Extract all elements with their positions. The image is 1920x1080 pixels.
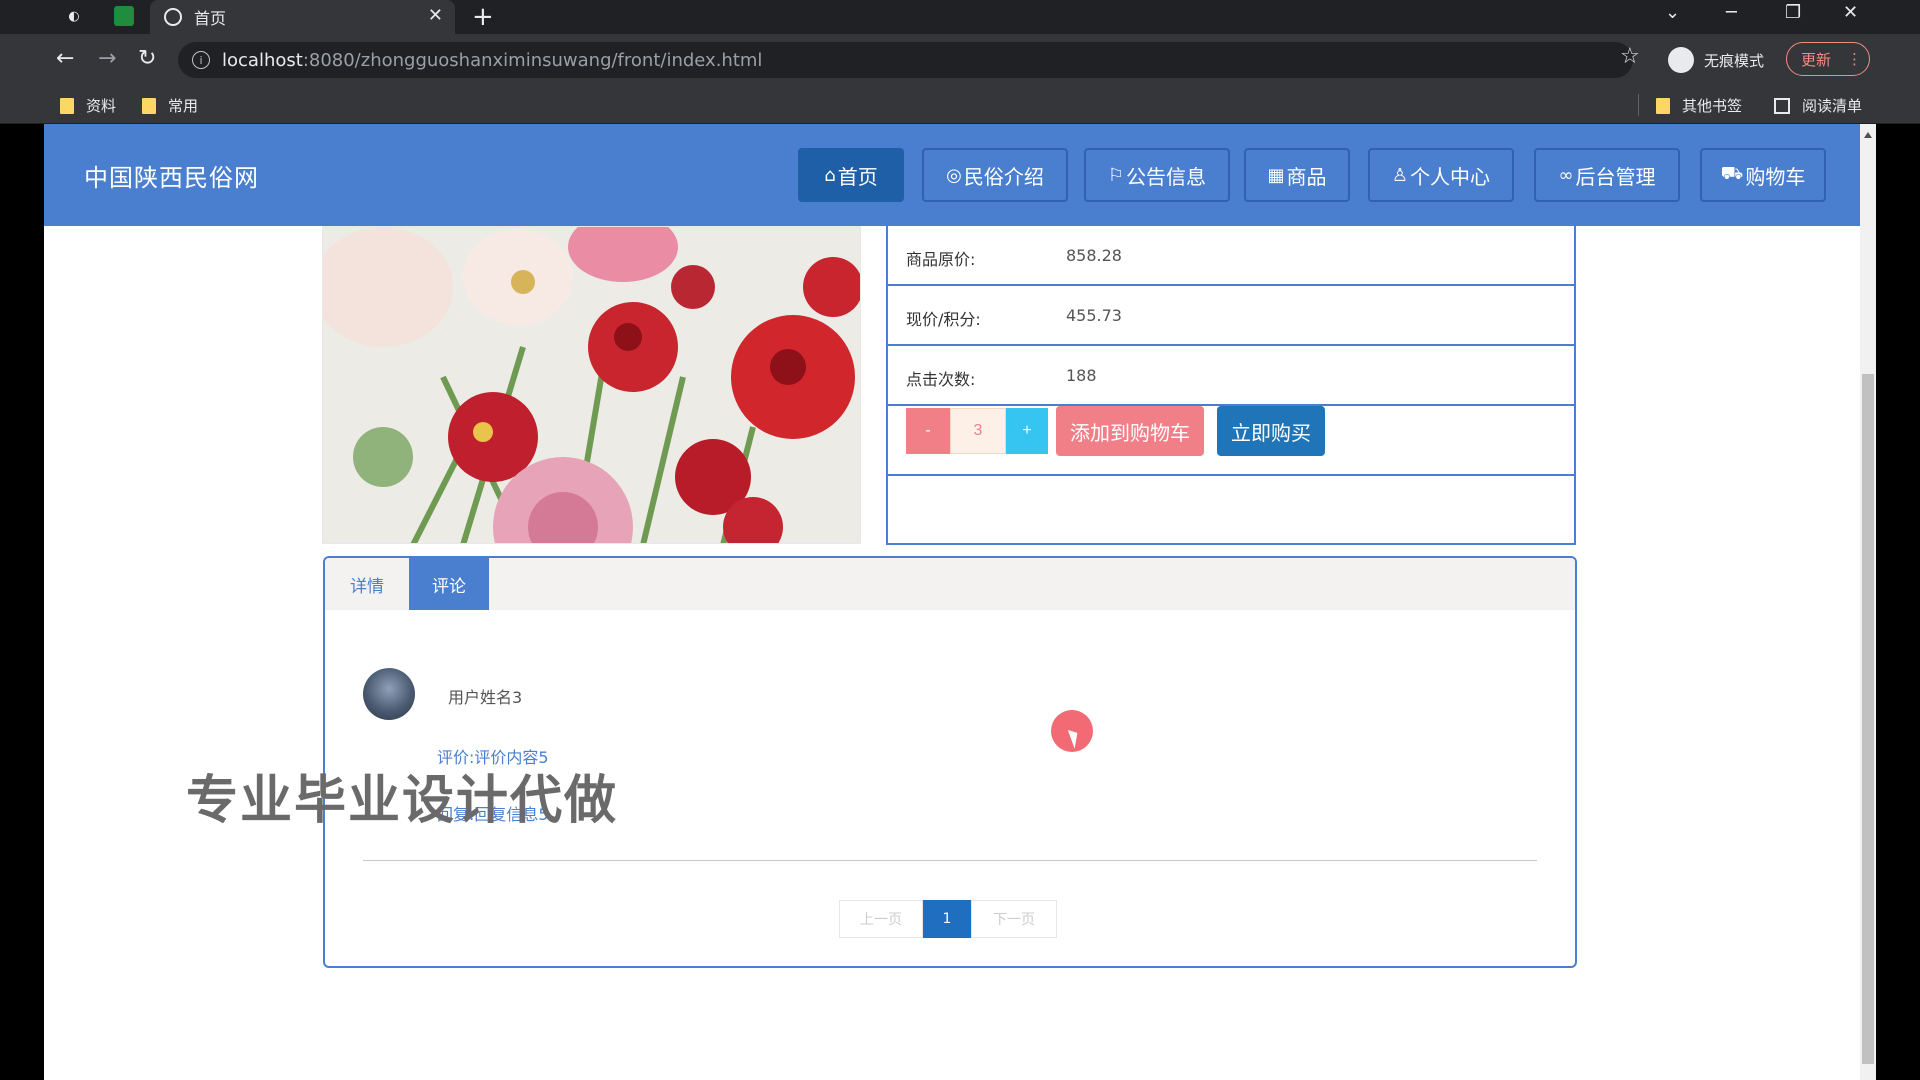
info-row-click-count: 点击次数: 188 [888,346,1574,406]
info-row-current-price: 现价/积分: 455.73 [888,286,1574,346]
tab-home[interactable]: 首页 ✕ [150,0,455,34]
close-window-icon[interactable]: ✕ [1843,2,1858,23]
cart-icon: ⛟ [1720,163,1744,184]
scrollbar-thumb[interactable] [1862,374,1874,1064]
nav-home[interactable]: ⌂ 首页 [798,148,904,202]
prev-page-button[interactable]: 上一页 [839,900,923,938]
product-image [322,226,861,544]
scroll-up-icon[interactable] [1864,132,1872,138]
menu-dots-icon: ⋮ [1847,50,1863,68]
tab-comment[interactable]: 评论 [409,558,489,610]
forward-icon[interactable]: → [98,46,116,71]
palette-icon: ◎ [946,164,962,186]
comment-user-name: 用户姓名3 [448,688,523,707]
page-1-button[interactable]: 1 [923,900,971,938]
new-tab-icon[interactable]: + [472,2,494,32]
product-info-panel: 商品原价: 858.28 现价/积分: 455.73 点击次数: 188 [886,226,1576,545]
row-label: 点击次数: [906,370,976,389]
other-bookmarks-label: 其他书签 [1682,97,1743,115]
other-bookmarks[interactable]: 其他书签 [1656,95,1742,116]
row-label: 商品原价: [906,250,976,269]
row-value: 188 [1066,366,1097,385]
row-value: 858.28 [1066,246,1122,265]
nav-label: 公告信息 [1126,164,1207,189]
tab-detail[interactable]: 详情 [325,558,409,610]
quantity-increase-button[interactable]: + [1006,408,1048,454]
nav-personal-center[interactable]: ♙ 个人中心 [1368,148,1514,202]
nav-label: 购物车 [1745,164,1806,189]
nav-label: 后台管理 [1575,164,1656,189]
home-icon: ⌂ [824,164,836,186]
incognito-label: 无痕模式 [1704,51,1765,70]
link-icon: ∞ [1558,164,1574,186]
update-label: 更新 [1801,50,1832,69]
bookmark-folder-1[interactable]: 资料 [60,95,116,116]
quantity-decrease-button[interactable]: - [906,408,950,454]
nav-announcements[interactable]: ⚐ 公告信息 [1084,148,1230,202]
minimize-icon[interactable]: ─ [1726,2,1737,23]
folder-icon [1656,97,1670,114]
globe-icon [164,8,182,26]
reading-list-icon [1774,97,1790,114]
back-icon[interactable]: ← [56,46,74,71]
info-row-original-price: 商品原价: 858.28 [888,226,1574,286]
flowers-image [323,227,860,543]
comment-divider [363,860,1537,861]
calendar-icon: ▦ [1267,164,1285,186]
pagination: 上一页 1 下一页 [839,900,1057,938]
bookmark-label: 常用 [168,97,199,115]
nav-cart[interactable]: ⛟ 购物车 [1700,148,1826,202]
bookmark-star-icon[interactable]: ☆ [1620,44,1640,69]
incognito-tab-icon[interactable]: ◐ [64,6,84,26]
address-bar[interactable]: i localhost:8080/zhongguoshanximinsuwang… [178,42,1633,78]
reading-list-label: 阅读清单 [1802,97,1863,115]
watermark-text: 专业毕业设计代做 [186,771,619,831]
nav-label: 首页 [837,164,878,189]
tab-bar: ◐ 首页 ✕ + ⌄ ─ ❐ ✕ [0,0,1920,34]
nav-label: 商品 [1286,164,1327,189]
page-scrollbar[interactable] [1860,124,1876,1080]
row-value: 455.73 [1066,306,1122,325]
sheets-tab-icon[interactable] [114,6,134,26]
bookmark-folder-2[interactable]: 常用 [142,95,198,116]
folder-icon [60,97,74,114]
tabs-header: 详情 评论 [325,558,1575,610]
folder-icon [142,97,156,114]
flag-icon: ⚐ [1107,164,1125,186]
web-page: 中国陕西民俗网 ⌂ 首页 ◎ 民俗介绍 ⚐ 公告信息 ▦ 商品 ♙ 个人中心 ∞ 后台管理 … [44,124,1860,1080]
bookmark-divider [1638,94,1639,116]
buy-now-button[interactable]: 立即购买 [1217,406,1325,456]
incognito-indicator[interactable]: 无痕模式 [1668,40,1764,80]
tab-title: 首页 [194,9,227,28]
bookmark-label: 资料 [86,97,117,115]
info-icon[interactable]: i [192,51,210,69]
next-page-button[interactable]: 下一页 [971,900,1057,938]
incognito-icon [1668,47,1694,73]
reading-list[interactable]: 阅读清单 [1774,95,1862,116]
update-button[interactable]: 更新 ⋮ [1786,42,1870,76]
nav-folk-intro[interactable]: ◎ 民俗介绍 [922,148,1068,202]
nav-admin[interactable]: ∞ 后台管理 [1534,148,1680,202]
quantity-input[interactable] [950,408,1006,454]
site-header: 中国陕西民俗网 ⌂ 首页 ◎ 民俗介绍 ⚐ 公告信息 ▦ 商品 ♙ 个人中心 ∞ 后台管理 … [44,124,1860,226]
restore-icon[interactable]: ❐ [1785,2,1801,23]
tab-search-icon[interactable]: ⌄ [1665,2,1680,23]
url-path: :8080/zhongguoshanximinsuwang/front/inde… [302,49,763,71]
url-host: localhost [222,49,303,71]
close-tab-icon[interactable]: ✕ [428,5,443,26]
nav-label: 民俗介绍 [963,164,1044,189]
nav-label: 个人中心 [1410,164,1491,189]
reload-icon[interactable]: ↻ [138,46,156,71]
browser-toolbar: ← → ↻ i localhost:8080/zhongguoshanximin… [0,34,1920,86]
user-icon: ♙ [1391,164,1409,186]
add-to-cart-button[interactable]: 添加到购物车 [1056,406,1204,456]
bookmarks-bar: 资料 常用 其他书签 阅读清单 [0,86,1920,124]
site-title: 中国陕西民俗网 [84,164,259,192]
nav-products[interactable]: ▦ 商品 [1244,148,1350,202]
row-label: 现价/积分: [906,310,981,329]
avatar [363,668,415,720]
